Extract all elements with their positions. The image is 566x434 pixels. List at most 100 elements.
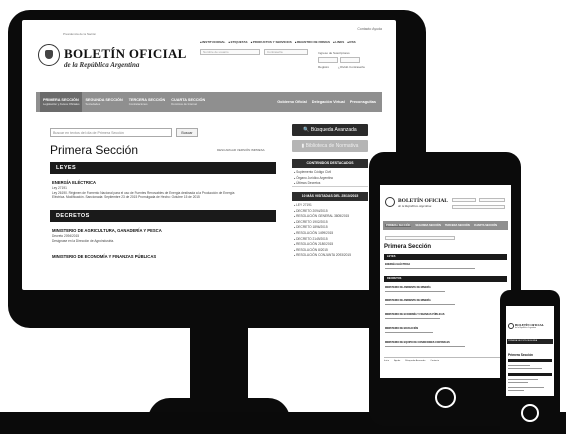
- monitor-stand-neck: [190, 326, 248, 400]
- divider: [292, 186, 368, 187]
- phone-navbar[interactable]: PRIMERA SECCIÓN SEGUNDA: [507, 339, 553, 344]
- tab-segunda-seccion[interactable]: SEGUNDA SECCIÓN Sociedades: [82, 92, 125, 112]
- username-input[interactable]: Nombre de usuario: [200, 49, 260, 55]
- featured-item[interactable]: Suplemento Código Civil: [294, 170, 333, 176]
- tablet-item[interactable]: MINISTERIO DE AMBIENTE DE MINERÍA: [385, 299, 431, 302]
- item-title[interactable]: MINISTERIO DE ECONOMÍA Y FINANZAS PÚBLIC…: [52, 254, 156, 259]
- top-nav-item[interactable]: INSTITUCIONAL: [200, 40, 225, 44]
- item-number: Ley 27191: [52, 186, 67, 190]
- tablet-item-line: [385, 332, 433, 333]
- phone-site-subtitle: de la República Argentina: [515, 327, 536, 329]
- username-input-2[interactable]: [318, 57, 338, 63]
- login-label[interactable]: Ingreso de Suscriptores: [318, 51, 350, 55]
- most-visited-header: 10 MÁS VISITADAS DEL 25/10/2015: [292, 192, 368, 201]
- section-search-input[interactable]: Buscar en textos del día de Primera Secc…: [50, 128, 172, 137]
- tab-tercera-seccion[interactable]: TERCERA SECCIÓN Contrataciones: [126, 92, 169, 112]
- featured-list: Suplemento Código Civil Órgano Jurídico …: [294, 170, 333, 187]
- tab-cuarta-seccion[interactable]: CUARTA SECCIÓN Dominios de Internet: [168, 92, 208, 112]
- tablet-tab[interactable]: PRIMERA SECCIÓN: [385, 224, 412, 227]
- password-input[interactable]: Contraseña: [264, 49, 308, 55]
- tablet-item-line: [385, 346, 465, 347]
- item-desc: Eléctrica. Modificación. Sancionada: Sep…: [52, 195, 200, 199]
- phone-logo: [508, 323, 514, 329]
- phone-item-line: [508, 390, 524, 391]
- tablet-footer-link[interactable]: Contacto: [430, 360, 439, 362]
- tablet-item[interactable]: MINISTERIO DE EDUCACIÓN: [385, 327, 418, 330]
- section-bar-leyes: LEYES: [50, 162, 276, 174]
- top-nav-item[interactable]: ETIQUETAS: [228, 40, 248, 44]
- phone-home-button[interactable]: [521, 404, 539, 422]
- most-visited-item[interactable]: RESOLUCIÓN CONJUNTA 2093/2015: [294, 253, 351, 259]
- nav-right-link[interactable]: Gobierno Oficial: [277, 100, 307, 104]
- biblioteca-button[interactable]: ▮ Biblioteca de Normativa: [292, 140, 368, 152]
- tablet-item-line: [385, 304, 455, 305]
- coat-of-arms-logo: [38, 44, 60, 66]
- nav-right-link[interactable]: Preconsgultas: [350, 100, 376, 104]
- tablet-footer-link[interactable]: Ayuda: [394, 360, 400, 362]
- forgot-password-link[interactable]: ¿Olvidó Contraseña: [338, 65, 365, 69]
- tablet-search-input[interactable]: [385, 236, 455, 240]
- tablet-tab[interactable]: SEGUNDA SECCIÓN: [415, 224, 440, 227]
- tablet-page-title: Primera Sección: [384, 244, 432, 250]
- featured-header: CONTENIDOS DESTACADOS: [292, 159, 368, 168]
- phone-item-line: [508, 382, 528, 383]
- section-bar-decretos: DECRETOS: [50, 210, 276, 222]
- phone-screen: BOLETÍN OFICIAL de la República Argentin…: [506, 306, 554, 396]
- register-link[interactable]: Registro: [318, 65, 329, 69]
- tablet-item[interactable]: MINISTERIO DE ECONOMÍA Y FINANZAS PÚBLIC…: [385, 313, 444, 316]
- nav-right-link[interactable]: Delegación Virtual: [312, 100, 345, 104]
- tablet-item-line: [385, 268, 475, 269]
- institution-line: Presidencia de la Nación: [63, 32, 97, 36]
- tablet-tab[interactable]: TERCERA SECCIÓN: [445, 224, 470, 227]
- download-pdf-link[interactable]: DESCARGAR VERSIÓN IMPRESA: [217, 148, 265, 152]
- item-number: Decreto 2094/2015: [52, 234, 80, 238]
- phone-item-line: [508, 379, 538, 380]
- tablet-bar-decretos: DECRETOS: [384, 276, 507, 282]
- tablet-footer-link[interactable]: Búsqueda Avanzada: [405, 360, 425, 362]
- tablet-item-line: [385, 318, 440, 319]
- phone-item-line: [508, 368, 542, 369]
- top-nav-item[interactable]: LINKS: [333, 40, 344, 44]
- tablet-footer-link[interactable]: Inicio: [384, 360, 389, 362]
- site-title[interactable]: BOLETÍN OFICIAL: [64, 46, 187, 62]
- phone-page-title: Primera Sección: [508, 353, 533, 357]
- top-nav-item[interactable]: RSS: [347, 40, 355, 44]
- tablet-tab[interactable]: CUARTA SECCIÓN: [474, 224, 497, 227]
- tablet-login-input[interactable]: [452, 205, 505, 209]
- tablet-footer: Inicio Ayuda Búsqueda Avanzada Contacto: [384, 360, 439, 362]
- tablet-footer-divider: [384, 357, 507, 358]
- item-desc: Desígnase en la Dirección de Agroindustr…: [52, 239, 115, 243]
- most-visited-list: LEY 27191 DECRETO 2094/2015 RESOLUCIÓN G…: [294, 203, 351, 259]
- phone-item-line: [508, 387, 544, 388]
- tablet-username-input[interactable]: [452, 198, 476, 202]
- top-nav: INSTITUCIONAL ETIQUETAS PRODUCTOS Y SERV…: [200, 40, 355, 44]
- tablet-password-input[interactable]: [479, 198, 505, 202]
- tablet-home-button[interactable]: [435, 387, 456, 408]
- desktop-screen: Presidencia de la Nación Contacto Ayuda …: [22, 20, 396, 290]
- tablet-item-line: [385, 291, 445, 292]
- most-visited-item[interactable]: RESOLUCIÓN GENERAL 3805/2015: [294, 214, 351, 220]
- section-navbar: PRIMERA SECCIÓN Legislación y Avisos Ofi…: [36, 92, 382, 112]
- tablet-item[interactable]: MINISTERIO DE AMBIENTE DE MINERÍA: [385, 286, 431, 289]
- tablet-logo: [385, 197, 395, 207]
- top-nav-item[interactable]: REGISTRO DE FIRMAS: [295, 40, 330, 44]
- tablet-item[interactable]: MINISTERIO DE EQUIPO DE CONDICIONES CONT…: [385, 341, 450, 344]
- item-title[interactable]: ENERGÍA ELÉCTRICA: [52, 180, 96, 185]
- tablet-navbar: PRIMERA SECCIÓN SEGUNDA SECCIÓN TERCERA …: [383, 221, 508, 230]
- advanced-search-button[interactable]: 🔍 Búsqueda Avanzada: [292, 124, 368, 136]
- search-button[interactable]: Buscar: [176, 128, 198, 137]
- top-links[interactable]: Contacto Ayuda: [357, 27, 382, 31]
- phone-bar-leyes: [508, 359, 552, 362]
- tablet-site-subtitle: de la República Argentina: [398, 204, 432, 208]
- password-input-2[interactable]: [340, 57, 360, 63]
- site-subtitle: de la República Argentina: [64, 61, 140, 69]
- phone-bar-decretos: [508, 373, 552, 376]
- tab-primera-seccion[interactable]: PRIMERA SECCIÓN Legislación y Avisos Ofi…: [40, 92, 83, 112]
- page-title: Primera Sección: [50, 143, 139, 157]
- item-title[interactable]: MINISTERIO DE AGRICULTURA, GANADERÍA Y P…: [52, 228, 162, 233]
- tablet-screen: BOLETÍN OFICIAL de la República Argentin…: [380, 185, 511, 378]
- nav-right-links: Gobierno Oficial Delegación Virtual Prec…: [277, 100, 382, 104]
- tablet-item[interactable]: ENERGÍA ELÉCTRICA: [385, 263, 410, 266]
- top-nav-item[interactable]: PRODUCTOS Y SERVICIOS: [251, 40, 292, 44]
- phone-item-line: [508, 365, 530, 366]
